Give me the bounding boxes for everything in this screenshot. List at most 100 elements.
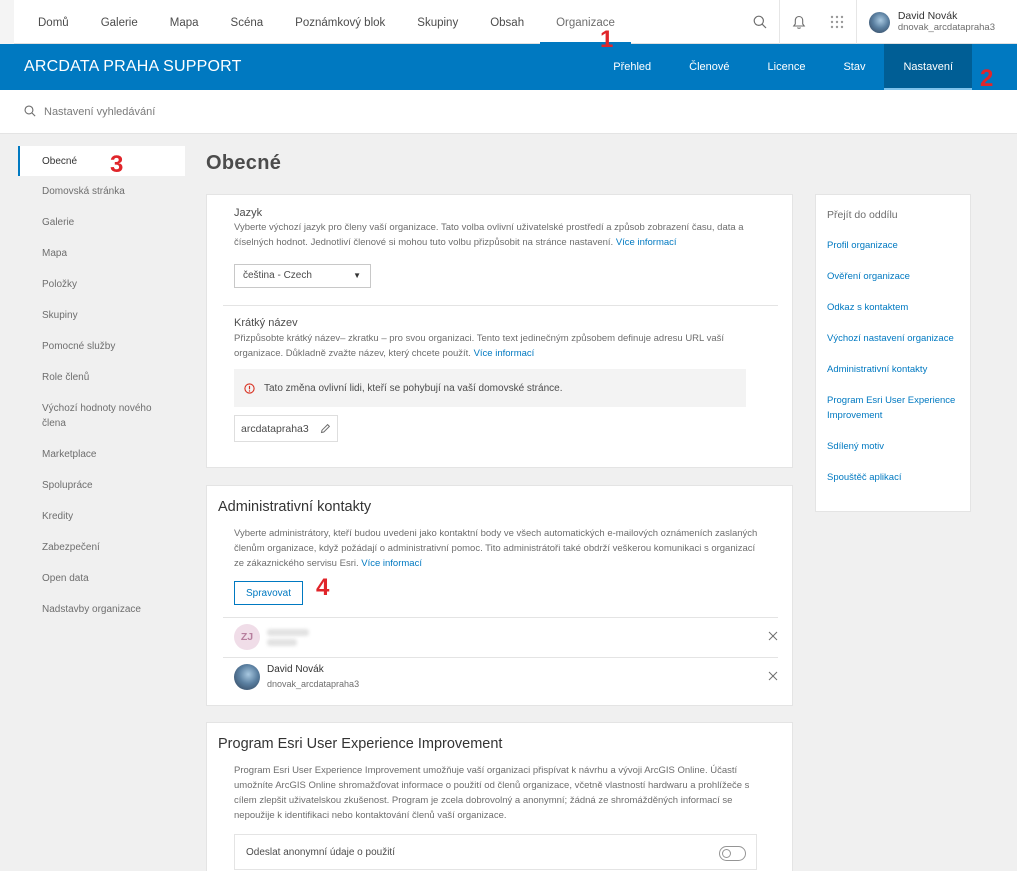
search-icon — [753, 15, 767, 29]
nav-link-groups[interactable]: Skupiny — [401, 0, 474, 44]
blurred-login — [267, 638, 297, 646]
manage-contacts-button[interactable]: Spravovat — [234, 581, 303, 605]
short-name-label: Krátký název — [234, 317, 298, 329]
caret-down-icon: ▼ — [353, 271, 361, 280]
nav-link-notebook[interactable]: Poznámkový blok — [279, 0, 401, 44]
ux-program-card: Program Esri User Experience Improvement… — [206, 722, 793, 871]
short-name-field[interactable]: arcdatapraha3 — [234, 415, 338, 442]
jump-link-ux-program[interactable]: Program Esri User Experience Improvement — [827, 393, 957, 423]
sidebar-item-credits[interactable]: Kredity — [18, 501, 185, 532]
organization-header: ARCDATA PRAHA SUPPORT Přehled Členové Li… — [0, 44, 1017, 90]
pencil-icon[interactable] — [320, 423, 331, 434]
usage-data-toggle-label: Odeslat anonymní údaje o použití — [246, 846, 395, 858]
language-label: Jazyk — [234, 207, 263, 219]
sidebar-item-items[interactable]: Položky — [18, 269, 185, 300]
contact-avatar-initials: ZJ — [234, 624, 260, 650]
annotation-marker-3: 3 — [110, 151, 124, 178]
sidebar-item-marketplace[interactable]: Marketplace — [18, 439, 185, 470]
jump-link-shared-theme[interactable]: Sdílený motiv — [827, 439, 967, 454]
sidebar-item-map[interactable]: Mapa — [18, 238, 185, 269]
sidebar-item-home-page[interactable]: Domovská stránka — [18, 176, 185, 207]
language-select-value: čeština - Czech — [243, 270, 312, 281]
blurred-name — [267, 628, 309, 636]
jump-link-admin-contacts[interactable]: Administrativní kontakty — [827, 362, 967, 377]
admin-contacts-more-info-link[interactable]: Více informací — [361, 558, 422, 569]
sidebar-item-org-extensions[interactable]: Nadstavby organizace — [18, 594, 185, 625]
jump-link-org-profile[interactable]: Profil organizace — [827, 238, 967, 253]
nav-link-map[interactable]: Mapa — [154, 0, 215, 44]
sidebar-item-security[interactable]: Zabezpečení — [18, 532, 185, 563]
annotation-marker-2: 2 — [980, 65, 994, 92]
short-name-description: Přizpůsobte krátký název– zkratku – pro … — [234, 331, 754, 361]
nav-link-scene[interactable]: Scéna — [215, 0, 280, 44]
settings-search-input[interactable] — [44, 100, 544, 124]
app-launcher-button[interactable] — [818, 0, 856, 44]
sidebar-item-gallery[interactable]: Galerie — [18, 207, 185, 238]
user-name: David Novák — [897, 10, 958, 22]
sidebar-item-member-roles[interactable]: Role členů — [18, 362, 185, 393]
search-icon — [24, 105, 36, 117]
search-button[interactable] — [741, 0, 779, 44]
top-nav-links: Domů Galerie Mapa Scéna Poznámkový blok … — [22, 0, 631, 44]
admin-contacts-title: Administrativní kontakty — [218, 499, 372, 515]
sidebar-item-collaboration[interactable]: Spolupráce — [18, 470, 185, 501]
short-name-value: arcdatapraha3 — [241, 422, 309, 435]
contact-row: ZJ — [234, 617, 778, 657]
jump-link-org-defaults[interactable]: Výchozí nastavení organizace — [827, 331, 967, 346]
nav-link-organization[interactable]: Organizace — [540, 0, 631, 44]
sidebar-item-groups[interactable]: Skupiny — [18, 300, 185, 331]
nav-link-home[interactable]: Domů — [22, 0, 85, 44]
admin-contacts-description: Vyberte administrátory, kteří budou uved… — [234, 526, 759, 571]
short-name-more-info-link[interactable]: Více informací — [474, 348, 535, 359]
bell-icon — [792, 15, 806, 29]
jump-to-section-panel: Přejít do oddílu Profil organizace Ověře… — [815, 194, 971, 512]
tab-licenses[interactable]: Licence — [749, 44, 825, 90]
sidebar-item-general[interactable]: Obecné — [18, 146, 185, 176]
user-avatar — [868, 11, 890, 33]
annotation-marker-1: 1 — [600, 26, 614, 53]
nav-link-content[interactable]: Obsah — [474, 0, 540, 44]
page-title: Obecné — [206, 152, 282, 174]
user-info: David Novák dnovak_arcdatapraha3 — [898, 10, 995, 34]
language-more-info-link[interactable]: Více informací — [616, 237, 677, 248]
annotation-marker-4: 4 — [316, 574, 330, 601]
warning-icon — [244, 382, 255, 394]
organization-tabs: Přehled Členové Licence Stav Nastavení — [594, 44, 972, 90]
top-navigation: Domů Galerie Mapa Scéna Poznámkový blok … — [0, 0, 1017, 44]
admin-contacts-description-text: Vyberte administrátory, kteří budou uved… — [234, 528, 758, 569]
top-nav-tools: David Novák dnovak_arcdatapraha3 — [741, 0, 1017, 44]
language-select[interactable]: čeština - Czech ▼ — [234, 264, 371, 288]
remove-contact-icon[interactable] — [768, 631, 778, 641]
apps-grid-icon — [830, 15, 844, 29]
remove-contact-icon[interactable] — [768, 671, 778, 681]
user-menu[interactable]: David Novák dnovak_arcdatapraha3 — [857, 10, 1017, 34]
contact-avatar — [234, 664, 260, 690]
user-login: dnovak_arcdatapraha3 — [897, 22, 995, 33]
contact-login: dnovak_arcdatapraha3 — [267, 679, 360, 689]
window-edge — [0, 0, 14, 44]
sidebar-item-open-data[interactable]: Open data — [18, 563, 185, 594]
short-name-warning: Tato změna ovlivní lidi, kteří se pohybu… — [234, 369, 746, 407]
jump-title: Přejít do oddílu — [827, 209, 898, 221]
tab-status[interactable]: Stav — [824, 44, 884, 90]
usage-data-toggle-row: Odeslat anonymní údaje o použití — [234, 834, 757, 870]
ux-program-description: Program Esri User Experience Improvement… — [234, 765, 750, 821]
contact-name: David Novák — [267, 664, 324, 675]
contact-info-blurred — [267, 626, 309, 649]
usage-data-toggle[interactable] — [719, 846, 746, 861]
language-description: Vyberte výchozí jazyk pro členy vaší org… — [234, 220, 754, 250]
sidebar-item-new-member-defaults[interactable]: Výchozí hodnoty nového člena — [18, 393, 158, 439]
toggle-knob — [722, 849, 731, 858]
tab-settings[interactable]: Nastavení — [884, 44, 972, 90]
jump-link-app-launcher[interactable]: Spouštěč aplikací — [827, 470, 967, 485]
tab-members[interactable]: Členové — [670, 44, 748, 90]
jump-link-org-verification[interactable]: Ověření organizace — [827, 269, 967, 284]
general-settings-card: Jazyk Vyberte výchozí jazyk pro členy va… — [206, 194, 793, 468]
nav-link-gallery[interactable]: Galerie — [85, 0, 154, 44]
notifications-button[interactable] — [780, 0, 818, 44]
section-divider — [223, 305, 778, 306]
sidebar-item-utility-services[interactable]: Pomocné služby — [18, 331, 185, 362]
jump-link-contact-link[interactable]: Odkaz s kontaktem — [827, 300, 967, 315]
contact-info: David Novák dnovak_arcdatapraha3 — [267, 663, 359, 691]
warning-text: Tato změna ovlivní lidi, kteří se pohybu… — [264, 382, 563, 394]
